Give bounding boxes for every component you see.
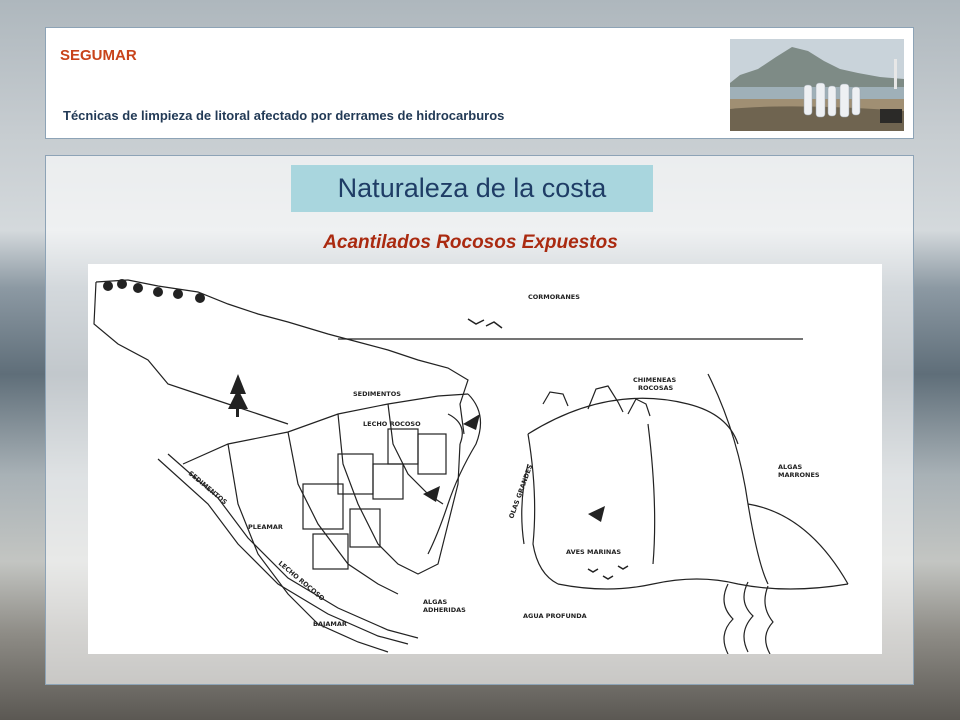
label-olas-grandes: OLAS GRANDES (507, 463, 534, 520)
label-algas-marrones-1: ALGAS (778, 463, 803, 471)
main-panel: Naturaleza de la costa Acantilados Rocos… (45, 155, 914, 685)
label-rocosas: ROCOSAS (638, 384, 674, 392)
coast-diagram: CORMORANES CHIMENEAS ROCOSAS SEDIMENTOS … (88, 264, 882, 654)
coast-illustration: CORMORANES CHIMENEAS ROCOSAS SEDIMENTOS … (93, 279, 849, 654)
label-algas-marrones-2: MARRONES (778, 471, 820, 479)
label-cormoranes: CORMORANES (528, 293, 580, 301)
label-bajamar: BAJAMAR (313, 620, 347, 628)
header-panel: SEGUMAR Técnicas de limpieza de litoral … (45, 27, 914, 139)
label-lecho-rocoso-top: LECHO ROCOSO (363, 420, 421, 428)
section-title: Acantilados Rocosos Expuestos (323, 232, 618, 253)
label-algas-adheridas-2: ADHERIDAS (423, 606, 466, 614)
label-agua-profunda: AGUA PROFUNDA (523, 612, 587, 620)
beach-cleanup-photo (730, 39, 904, 131)
slide-title: Naturaleza de la costa (291, 165, 653, 212)
label-chimeneas: CHIMENEAS (633, 376, 676, 384)
label-aves-marinas: AVES MARINAS (566, 548, 621, 556)
label-sedimentos-top: SEDIMENTOS (353, 390, 401, 398)
label-sedimentos-side: SEDIMENTOS (187, 469, 229, 506)
label-lecho-rocoso-bottom: LECHO ROCOSO (277, 559, 327, 602)
label-pleamar: PLEAMAR (248, 523, 283, 531)
header-subtitle: Técnicas de limpieza de litoral afectado… (63, 108, 505, 123)
label-algas-adheridas-1: ALGAS (423, 598, 448, 606)
brand-name: SEGUMAR (60, 47, 137, 64)
